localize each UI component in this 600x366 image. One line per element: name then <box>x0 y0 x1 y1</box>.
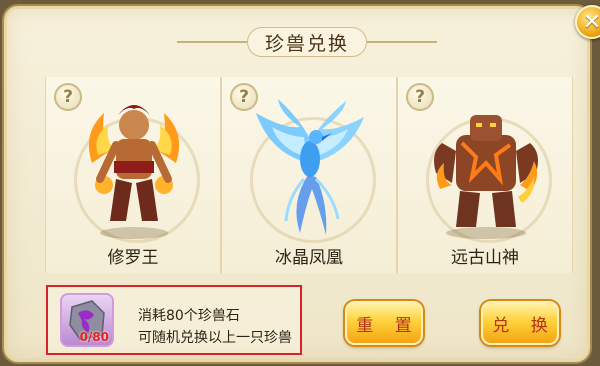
cost-text: 消耗80个珍兽石 <box>138 308 240 324</box>
fire-warrior-icon <box>88 105 180 239</box>
exchange-dialog: 珍兽兑换 ? 修罗王 ? 冰晶凤凰 ? 远古山神 0/80 消耗80个珍兽石 可… <box>4 5 600 362</box>
beast-card-3[interactable]: ? 远古山神 <box>397 77 573 273</box>
title-ornament-left <box>177 41 247 43</box>
close-icon: ✕ <box>582 9 600 35</box>
exchange-button[interactable]: 兑 换 <box>481 301 559 345</box>
lava-golem-icon <box>434 115 538 239</box>
beast-stone-slot[interactable]: 0/80 <box>60 293 114 347</box>
cost-info: 0/80 消耗80个珍兽石 可随机兑换以上一只珍兽 <box>46 285 302 355</box>
reset-button[interactable]: 重 置 <box>345 301 423 345</box>
beast-name: 远古山神 <box>451 248 519 268</box>
dialog-title-bar: 珍兽兑换 <box>177 23 437 59</box>
ice-phoenix-icon <box>256 99 364 235</box>
beast-card-2[interactable]: ? 冰晶凤凰 <box>221 77 397 273</box>
cost-description: 可随机兑换以上一只珍兽 <box>138 330 292 346</box>
title-ornament-right <box>367 41 437 43</box>
stone-count: 0/80 <box>79 330 109 344</box>
dialog-title: 珍兽兑换 <box>247 27 367 57</box>
beast-name: 冰晶凤凰 <box>275 248 343 268</box>
close-button[interactable]: ✕ <box>575 5 600 39</box>
beast-name: 修罗王 <box>107 248 159 268</box>
beast-card-1[interactable]: ? 修罗王 <box>45 77 221 273</box>
